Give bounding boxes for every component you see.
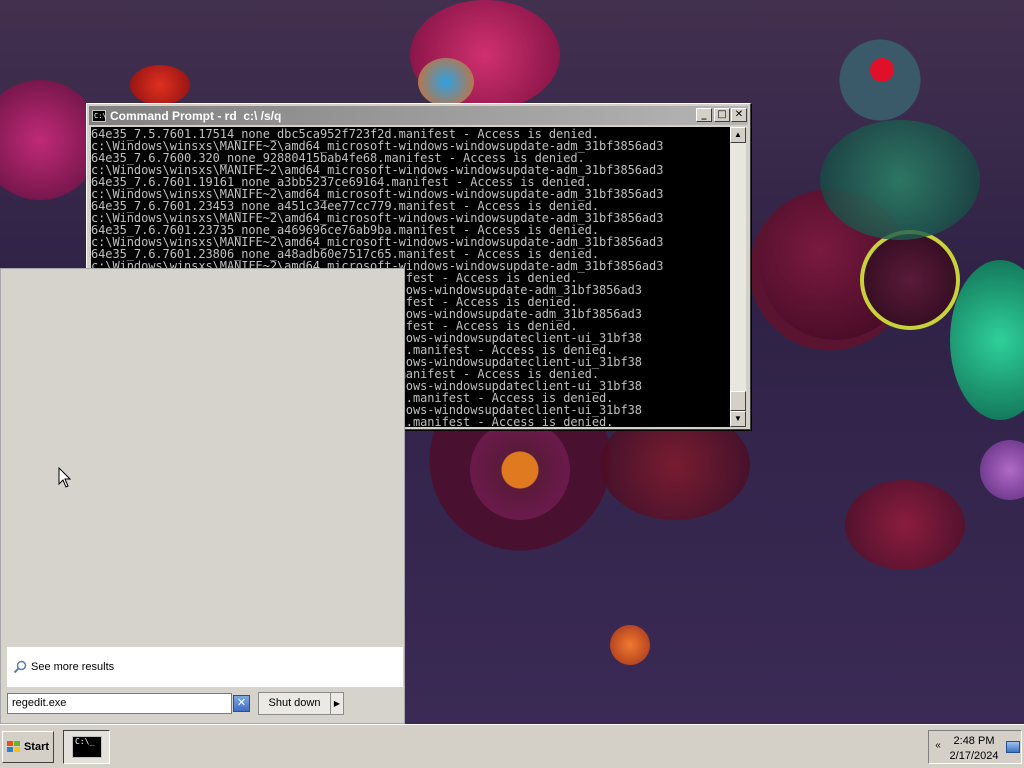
wallpaper-orb [860,230,960,330]
scrollbar-thumb[interactable] [730,391,746,411]
show-hidden-icons-icon[interactable]: « [933,740,943,751]
cmd-titlebar[interactable]: C:\ Command Prompt - rd c:\ /s/q _ □ ✕ [89,106,748,125]
clock-time[interactable]: 2:48 PM [943,735,1005,747]
wallpaper-orb [950,260,1024,420]
see-more-label: See more results [31,661,115,673]
start-menu-results-pane [3,271,403,645]
windows-logo-icon [6,741,20,752]
shutdown-button[interactable]: Shut down [258,692,331,715]
clock-date[interactable]: 2/17/2024 [943,750,1005,762]
cmd-app-icon: C:\ [92,109,107,122]
scroll-up-arrow-icon[interactable]: ▲ [730,127,746,143]
close-button[interactable]: ✕ [731,108,747,122]
see-more-results-link[interactable]: See more results [7,647,403,687]
taskbar-cmd-button[interactable]: C:\_ [63,730,110,764]
wallpaper-orb [610,625,650,665]
wallpaper-orb [130,65,190,105]
shutdown-options-arrow-icon[interactable]: ▶ [330,692,344,715]
start-search-input[interactable]: regedit.exe [7,693,232,714]
wallpaper-orb [0,80,100,200]
taskbar: Start C:\_ « 2:48 PM 2/17/2024 [0,724,1024,768]
minimize-button[interactable]: _ [696,108,712,122]
wallpaper-orb [470,420,570,520]
start-label: Start [23,741,50,753]
wallpaper-orb [418,58,474,106]
start-button[interactable]: Start [2,731,54,763]
wallpaper-orb [820,120,980,240]
magnifier-icon [13,660,27,674]
wallpaper-orb [845,480,965,570]
mouse-pointer-icon [58,467,72,488]
cmd-icon: C:\_ [72,736,102,758]
network-icon[interactable] [1006,741,1020,753]
system-tray: « 2:48 PM 2/17/2024 [928,730,1022,764]
scroll-down-arrow-icon[interactable]: ▼ [730,411,746,427]
start-menu[interactable]: See more results regedit.exe ✕ Shut down… [0,268,405,724]
wallpaper-orb [870,58,894,82]
cmd-vertical-scrollbar[interactable]: ▲ ▼ [730,127,746,427]
wallpaper-orb [980,440,1024,500]
maximize-button[interactable]: □ [714,108,730,122]
cmd-window-title: Command Prompt - rd c:\ /s/q [110,108,282,123]
search-clear-icon[interactable]: ✕ [233,695,250,712]
